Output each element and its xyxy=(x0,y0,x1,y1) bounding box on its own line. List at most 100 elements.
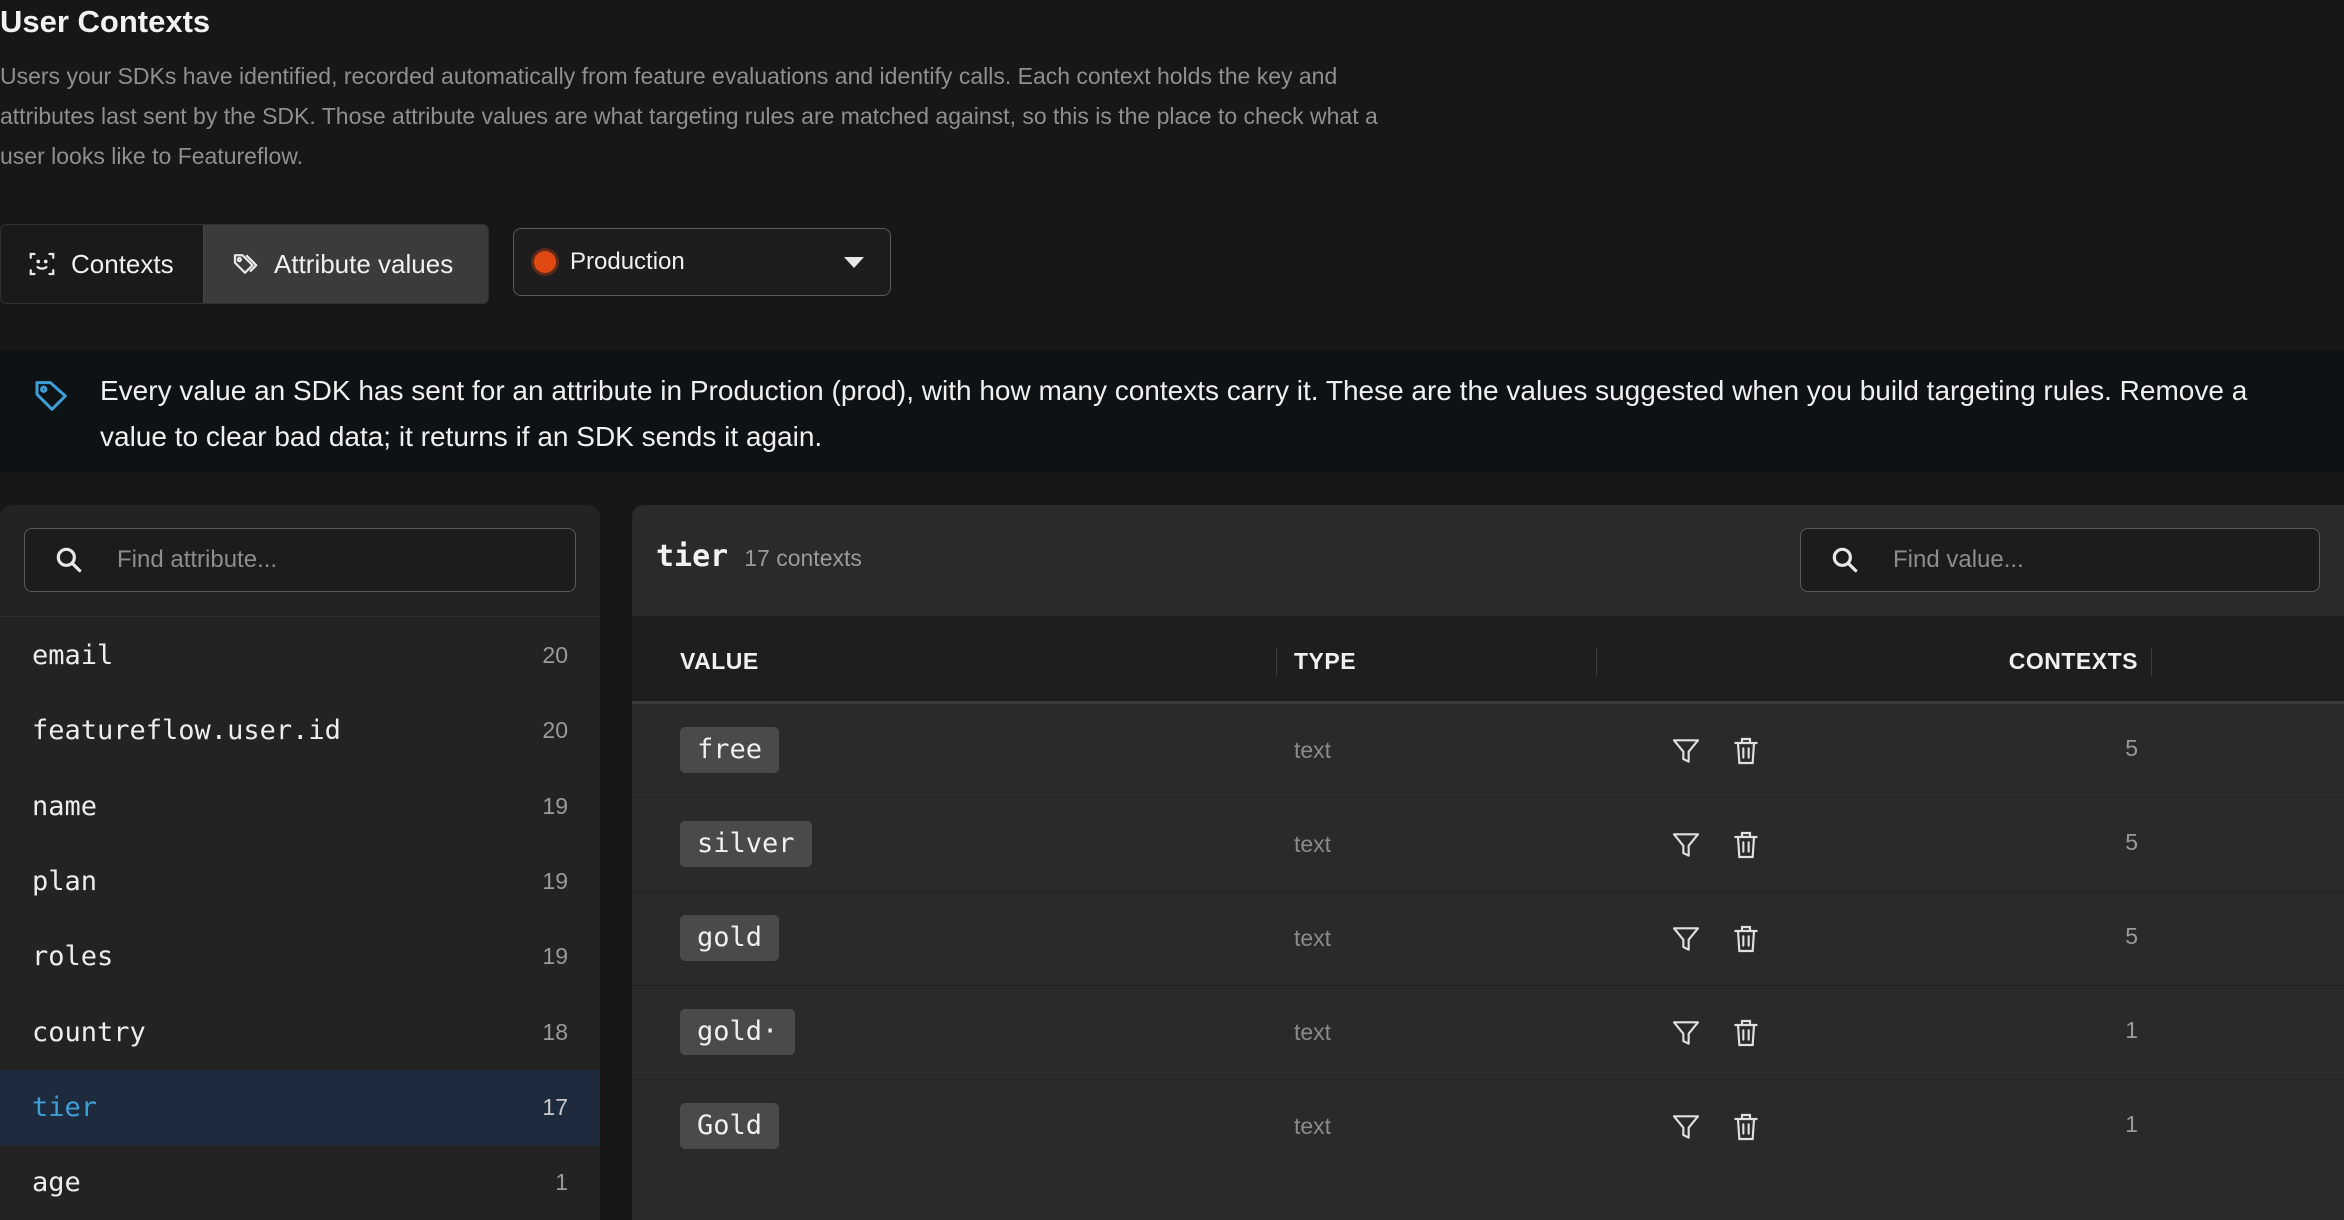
value-contexts-count: 1 xyxy=(2125,1017,2138,1043)
value-chip: free xyxy=(680,727,780,773)
attribute-name: featureflow.user.id xyxy=(32,715,341,747)
attribute-item-roles[interactable]: roles 19 xyxy=(0,919,600,994)
table-row: silver text 5 xyxy=(632,798,2344,892)
chevron-down-icon xyxy=(844,256,864,268)
attribute-item-tier[interactable]: tier 17 xyxy=(0,1069,600,1146)
info-banner: Every value an SDK has sent for an attri… xyxy=(0,350,2344,472)
attribute-name: country xyxy=(32,1016,146,1048)
filter-button[interactable] xyxy=(1666,731,1706,771)
attribute-count: 1 xyxy=(555,1169,568,1196)
delete-button[interactable] xyxy=(1726,919,1766,959)
page-description: Users your SDKs have identified, recorde… xyxy=(0,63,1378,169)
delete-button[interactable] xyxy=(1726,1013,1766,1053)
value-type: text xyxy=(1294,831,1332,857)
table-row: Gold text 1 xyxy=(632,1080,2344,1174)
filter-icon xyxy=(1672,1115,1700,1139)
filter-icon xyxy=(1672,927,1700,951)
view-toggle: Contexts Attribute values xyxy=(0,224,489,304)
attribute-search-input[interactable] xyxy=(115,545,547,575)
trash-icon xyxy=(1734,1019,1758,1047)
value-contexts-count: 5 xyxy=(2125,735,2138,761)
value-contexts-count: 5 xyxy=(2125,829,2138,855)
attribute-count: 19 xyxy=(542,868,568,895)
value-contexts-count: 1 xyxy=(2125,1111,2138,1137)
tab-contexts[interactable]: Contexts xyxy=(1,225,203,303)
trash-icon xyxy=(1734,737,1758,765)
value-chip: gold xyxy=(680,915,780,961)
attribute-name: plan xyxy=(32,866,98,898)
filter-button[interactable] xyxy=(1666,1107,1706,1147)
filter-button[interactable] xyxy=(1666,919,1706,959)
delete-button[interactable] xyxy=(1726,825,1766,865)
trash-icon xyxy=(1734,831,1758,859)
value-type: text xyxy=(1294,925,1332,951)
attribute-name: name xyxy=(32,790,98,822)
filter-button[interactable] xyxy=(1666,825,1706,865)
environment-status-dot xyxy=(534,251,556,273)
value-search[interactable] xyxy=(1800,528,2320,592)
search-icon xyxy=(56,547,82,573)
column-separator xyxy=(1596,648,1597,676)
value-type: text xyxy=(1294,1019,1332,1045)
value-chip: Gold xyxy=(680,1103,780,1149)
delete-button[interactable] xyxy=(1726,1107,1766,1147)
attribute-count: 20 xyxy=(542,642,568,669)
attribute-count: 19 xyxy=(542,792,568,819)
attribute-item-featureflow-user-id[interactable]: featureflow.user.id 20 xyxy=(0,693,600,768)
value-chip: silver xyxy=(680,821,812,867)
attribute-name: email xyxy=(32,640,114,672)
attribute-item-age[interactable]: age 1 xyxy=(0,1145,600,1220)
column-header-type[interactable]: TYPE xyxy=(1294,648,1356,675)
attribute-count: 18 xyxy=(542,1018,568,1045)
divider xyxy=(0,616,600,617)
environment-label: Production xyxy=(570,248,685,275)
column-separator xyxy=(2151,648,2152,676)
scan-face-icon xyxy=(29,252,55,276)
attribute-list: email 20 featureflow.user.id 20 name 19 … xyxy=(0,618,600,1220)
attribute-name: age xyxy=(32,1167,81,1199)
tab-attribute-values-label: Attribute values xyxy=(274,248,454,279)
table-row: gold· text 1 xyxy=(632,986,2344,1080)
delete-button[interactable] xyxy=(1726,731,1766,771)
attribute-count: 17 xyxy=(542,1093,568,1120)
selected-attribute-name: tier xyxy=(656,539,729,574)
table-row: gold text 5 xyxy=(632,892,2344,986)
attribute-search[interactable] xyxy=(24,528,576,592)
attribute-panel: email 20 featureflow.user.id 20 name 19 … xyxy=(0,505,600,1220)
value-search-input[interactable] xyxy=(1891,545,2291,575)
table-row: free text 5 xyxy=(632,704,2344,798)
filter-icon xyxy=(1672,833,1700,857)
tab-attribute-values[interactable]: Attribute values xyxy=(203,225,488,303)
trash-icon xyxy=(1734,1113,1758,1141)
trash-icon xyxy=(1734,925,1758,953)
value-type: text xyxy=(1294,737,1332,763)
column-header-value[interactable]: VALUE xyxy=(680,648,759,675)
values-panel-header: tier 17 contexts xyxy=(656,539,862,574)
filter-icon xyxy=(1672,1021,1700,1045)
value-chip: gold· xyxy=(680,1009,796,1055)
tab-contexts-label: Contexts xyxy=(71,248,174,279)
environment-select[interactable]: Production xyxy=(513,228,891,296)
attribute-name: tier xyxy=(32,1091,98,1123)
attribute-count: 19 xyxy=(542,943,568,970)
attribute-name: roles xyxy=(32,941,114,973)
table-header: VALUE TYPE CONTEXTS xyxy=(632,618,2344,704)
filter-icon xyxy=(1672,739,1700,763)
column-header-contexts[interactable]: CONTEXTS xyxy=(2009,648,2138,675)
filter-button[interactable] xyxy=(1666,1013,1706,1053)
page-title: User Contexts xyxy=(0,4,211,39)
value-contexts-count: 5 xyxy=(2125,923,2138,949)
attribute-count: 20 xyxy=(542,717,568,744)
attribute-item-name[interactable]: name 19 xyxy=(0,769,600,844)
tag-icon xyxy=(35,381,67,411)
tags-icon xyxy=(233,254,258,274)
values-panel: tier 17 contexts VALUE TYPE CONTEXTS fre… xyxy=(632,505,2344,1220)
value-type: text xyxy=(1294,1113,1332,1139)
contexts-count: 17 contexts xyxy=(744,545,862,571)
column-separator xyxy=(1276,648,1277,676)
info-banner-text: Every value an SDK has sent for an attri… xyxy=(100,375,2248,452)
search-icon xyxy=(1832,547,1858,573)
attribute-item-country[interactable]: country 18 xyxy=(0,994,600,1069)
attribute-item-plan[interactable]: plan 19 xyxy=(0,844,600,919)
attribute-item-email[interactable]: email 20 xyxy=(0,618,600,693)
